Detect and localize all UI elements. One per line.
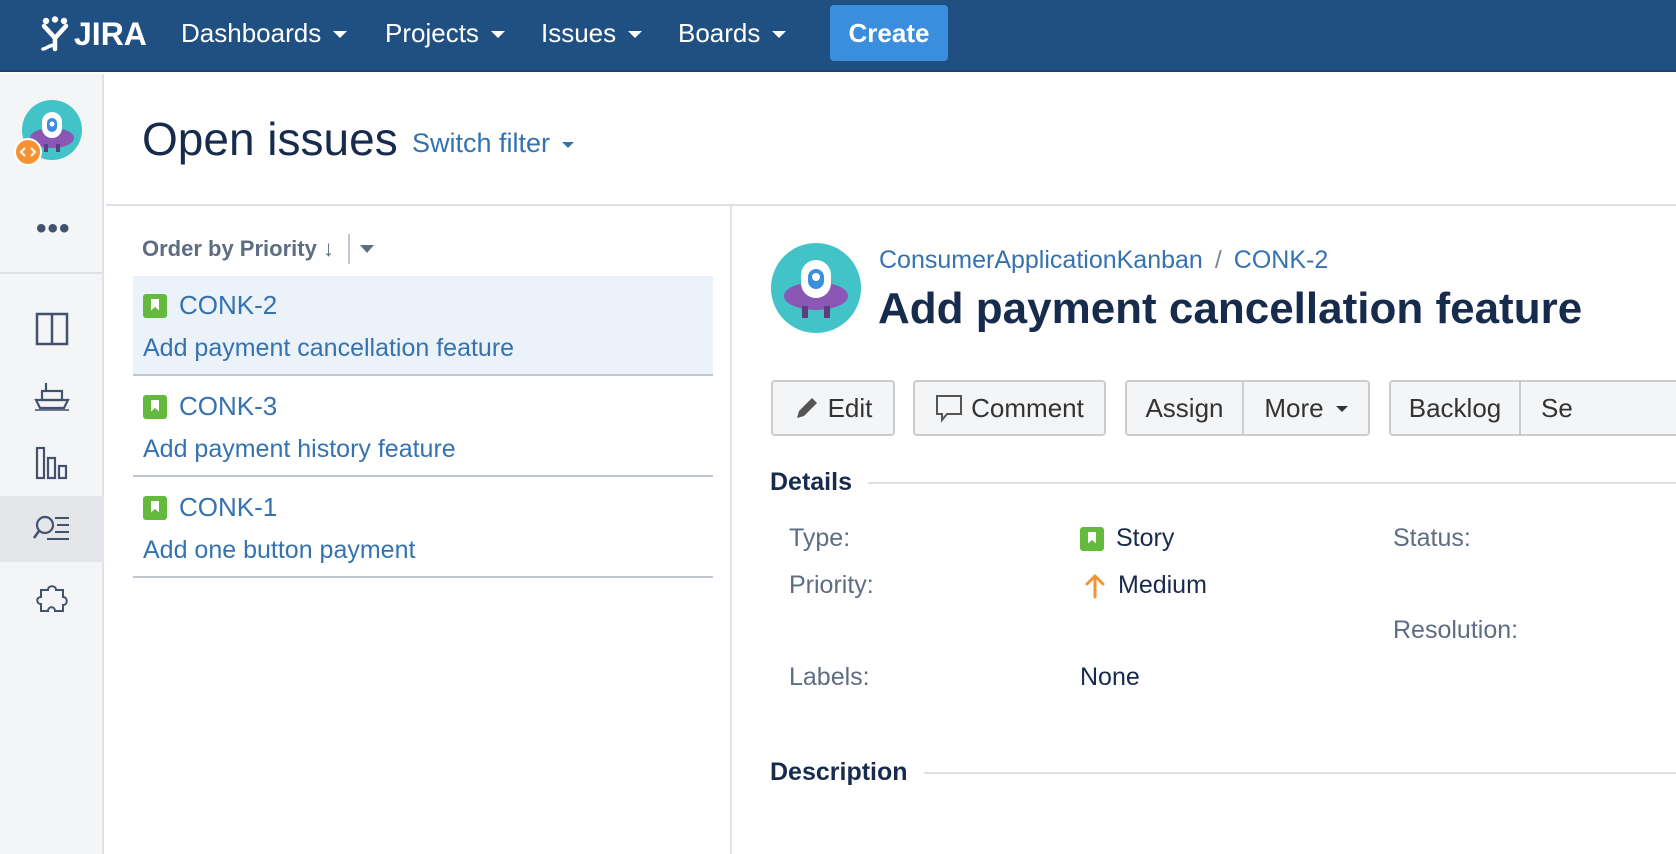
resolution-label: Resolution: — [1393, 616, 1519, 644]
reports-icon — [35, 446, 68, 480]
issue-title[interactable]: Add payment cancellation feature — [878, 284, 1582, 334]
project-avatar-large[interactable] — [770, 242, 862, 334]
section-divider — [923, 771, 1676, 774]
type-label: Type: — [789, 524, 851, 552]
chevron-down-icon — [628, 31, 643, 38]
ship-icon — [34, 383, 70, 411]
selected-for-development-button[interactable]: Se — [1521, 380, 1676, 436]
type-value-text: Story — [1116, 524, 1175, 552]
nav-projects-label: Projects — [385, 18, 479, 48]
issue-list-item[interactable]: CONK-2 Add payment cancellation feature — [133, 276, 713, 376]
chevron-down-icon[interactable] — [359, 245, 374, 253]
issue-summary[interactable]: Add payment cancellation feature — [143, 334, 514, 363]
issue-detail-pane: ConsumerApplicationKanban / CONK-2 Add pay… — [734, 206, 1676, 854]
sidebar-item-addons[interactable] — [0, 564, 104, 630]
switch-filter-label: Switch filter — [412, 128, 551, 158]
top-navigation-bar: JIRA Dashboards Projects Issues Boards C… — [0, 0, 1676, 72]
nav-issues[interactable]: Issues — [541, 18, 643, 49]
project-avatar[interactable] — [14, 100, 86, 172]
description-section-heading[interactable]: Description — [770, 758, 1676, 787]
comment-button[interactable]: Comment — [913, 380, 1106, 436]
pencil-icon — [796, 398, 817, 418]
chevron-down-icon — [1335, 406, 1348, 412]
jira-logo-icon — [41, 16, 69, 52]
jira-logo[interactable]: JIRA — [40, 12, 147, 56]
labels-value[interactable]: None — [1080, 663, 1140, 692]
nav-boards[interactable]: Boards — [678, 18, 787, 49]
more-button[interactable]: More — [1244, 380, 1370, 436]
comment-label: Comment — [971, 392, 1084, 423]
issue-list-pane: Order by Priority ↓ CONK-2 Add payment c… — [106, 206, 732, 854]
story-icon — [143, 293, 167, 318]
issue-key-link[interactable]: CONK-1 — [143, 492, 277, 523]
comment-icon — [936, 395, 963, 423]
backlog-button[interactable]: Backlog — [1389, 380, 1521, 436]
chevron-down-icon — [490, 31, 505, 38]
chevron-down-icon — [772, 31, 787, 38]
chevron-down-icon — [333, 31, 348, 38]
issue-key-link[interactable]: CONK-2 — [143, 290, 277, 321]
sidebar-item-board[interactable] — [0, 296, 104, 362]
page-title: Open issues — [142, 113, 398, 165]
logo-text: JIRA — [74, 15, 147, 52]
sidebar-item-reports[interactable] — [0, 430, 104, 496]
breadcrumb-separator: / — [1214, 246, 1222, 274]
details-section-heading[interactable]: Details — [770, 468, 1676, 497]
order-by-button[interactable]: Order by Priority ↓ — [142, 236, 334, 262]
issue-key: CONK-3 — [179, 391, 278, 421]
story-icon — [1080, 526, 1104, 551]
page-header: Open issues Switch filter — [106, 74, 1676, 206]
issue-list-item[interactable]: CONK-1 Add one button payment — [133, 478, 713, 578]
breadcrumb: ConsumerApplicationKanban / CONK-2 — [879, 246, 1328, 275]
section-divider — [867, 481, 1676, 484]
nav-issues-label: Issues — [541, 18, 617, 48]
description-heading-label: Description — [770, 758, 908, 786]
board-columns-icon — [35, 312, 69, 346]
create-button[interactable]: Create — [830, 5, 948, 61]
edit-button[interactable]: Edit — [771, 380, 895, 436]
switch-filter-dropdown[interactable]: Switch filter — [412, 128, 575, 159]
assign-button[interactable]: Assign — [1125, 380, 1244, 436]
sidebar-item-issues[interactable] — [0, 496, 104, 562]
type-value: Story — [1080, 524, 1174, 553]
issue-search-icon — [33, 515, 69, 540]
order-by-label: Order by Priority — [142, 236, 317, 261]
status-label: Status: — [1393, 524, 1471, 552]
breadcrumb-project-link[interactable]: ConsumerApplicationKanban — [879, 246, 1203, 274]
addons-icon — [36, 585, 68, 612]
nav-projects[interactable]: Projects — [385, 18, 505, 49]
labels-label: Labels: — [789, 663, 870, 691]
issue-summary[interactable]: Add payment history feature — [143, 435, 456, 464]
priority-label: Priority: — [789, 571, 874, 599]
sort-descending-icon: ↓ — [322, 236, 334, 261]
project-sidebar: ••• — [0, 74, 104, 854]
ufo-avatar-icon — [771, 243, 861, 333]
more-icon[interactable]: ••• — [36, 212, 71, 246]
priority-value: Medium — [1084, 571, 1207, 600]
story-icon — [143, 495, 167, 520]
priority-medium-arrow-icon — [1085, 574, 1105, 598]
chevron-down-icon — [562, 141, 575, 148]
nav-dashboards[interactable]: Dashboards — [181, 18, 348, 49]
issue-key: CONK-1 — [179, 492, 278, 522]
ufo-avatar-icon — [14, 100, 82, 166]
issue-key-link[interactable]: CONK-3 — [143, 391, 277, 422]
edit-label: Edit — [827, 392, 873, 423]
issue-list-item[interactable]: CONK-3 Add payment history feature — [133, 377, 713, 477]
more-label: More — [1264, 392, 1324, 423]
breadcrumb-issue-link[interactable]: CONK-2 — [1234, 246, 1328, 274]
priority-value-text: Medium — [1118, 571, 1207, 599]
order-by-control: Order by Priority ↓ — [142, 234, 374, 264]
sidebar-item-releases[interactable] — [0, 362, 104, 428]
story-icon — [143, 394, 167, 419]
nav-boards-label: Boards — [678, 18, 761, 48]
issue-summary[interactable]: Add one button payment — [143, 536, 415, 565]
nav-dashboards-label: Dashboards — [181, 18, 322, 48]
issue-key: CONK-2 — [179, 290, 278, 320]
sidebar-divider — [0, 272, 104, 274]
details-heading-label: Details — [770, 468, 852, 496]
order-divider — [347, 234, 350, 264]
